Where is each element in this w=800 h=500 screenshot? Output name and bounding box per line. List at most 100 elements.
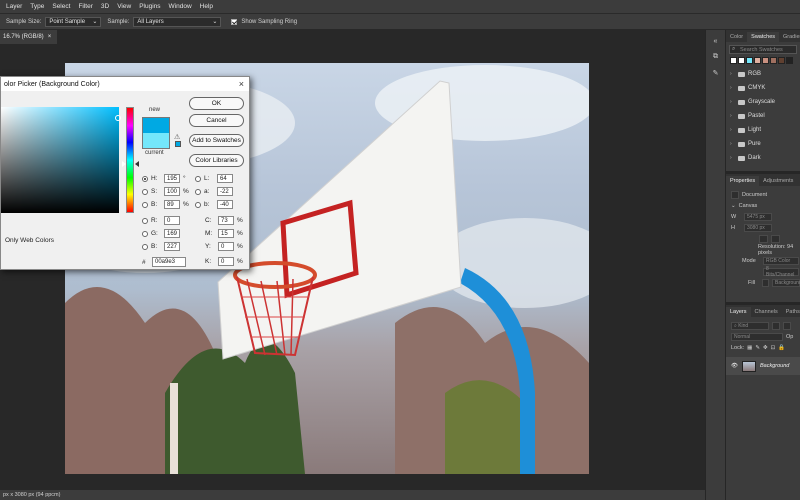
close-icon[interactable]: × xyxy=(48,34,52,40)
yellow-input[interactable]: 0 xyxy=(218,242,234,251)
lab-a-radio[interactable] xyxy=(195,188,201,195)
magenta-input[interactable]: 15 xyxy=(218,229,234,238)
saturation-brightness-field[interactable] xyxy=(1,107,121,213)
menu-window[interactable]: Window xyxy=(169,3,192,10)
color-libraries-button[interactable]: Color Libraries xyxy=(189,154,244,167)
menu-help[interactable]: Help xyxy=(200,3,213,10)
swatch[interactable] xyxy=(754,57,761,64)
sample-size-select[interactable]: Point Sample ⌄ xyxy=(45,16,102,27)
out-of-gamut-icon[interactable]: ⚠ xyxy=(174,133,180,141)
menu-plugins[interactable]: Plugins xyxy=(139,3,160,10)
swatch[interactable] xyxy=(770,57,777,64)
swatch-folder-grayscale[interactable]: › Grayscale xyxy=(726,95,800,109)
cyan-input[interactable]: 73 xyxy=(218,216,234,225)
lightness-input[interactable]: 64 xyxy=(217,174,233,183)
tab-color[interactable]: Color xyxy=(726,32,747,42)
sampling-ring-checkbox[interactable] xyxy=(231,18,238,25)
lab-b-input[interactable]: -40 xyxy=(217,200,233,209)
swatch[interactable] xyxy=(786,57,793,64)
close-icon[interactable]: × xyxy=(239,79,244,89)
saturation-radio[interactable] xyxy=(142,188,148,195)
red-radio[interactable] xyxy=(142,217,148,224)
lock-all-icon[interactable]: 🔒 xyxy=(778,345,785,351)
red-input[interactable]: 0 xyxy=(164,216,180,225)
fill-swatch[interactable] xyxy=(762,278,769,287)
blue-radio[interactable] xyxy=(142,243,148,250)
hue-slider-handle-left[interactable] xyxy=(122,161,126,167)
swatches-search-input[interactable]: ⌕ Search Swatches xyxy=(729,45,797,54)
lab-a-input[interactable]: -22 xyxy=(217,187,233,196)
swatch-folder-light[interactable]: › Light xyxy=(726,123,800,137)
collapse-panels-icon[interactable]: « xyxy=(710,36,722,46)
swatch-folder-cmyk[interactable]: › CMYK xyxy=(726,81,800,95)
fill-select[interactable]: Background xyxy=(772,278,800,287)
swatch[interactable] xyxy=(738,57,745,64)
landscape-icon[interactable] xyxy=(771,234,780,243)
tab-layers[interactable]: Layers xyxy=(726,307,751,317)
history-icon[interactable]: ⧉ xyxy=(710,52,722,62)
dialog-title-bar[interactable]: olor Picker (Background Color) × xyxy=(1,77,249,91)
blue-input[interactable]: 227 xyxy=(164,242,180,251)
lab-b-radio[interactable] xyxy=(195,201,201,208)
filter-pixel-icon[interactable] xyxy=(772,321,780,330)
eye-icon[interactable]: 👁 xyxy=(731,363,738,369)
tab-adjustments[interactable]: Adjustments xyxy=(759,176,797,186)
lightness-radio[interactable] xyxy=(195,175,201,182)
tab-channels[interactable]: Channels xyxy=(751,307,782,317)
lock-position-icon[interactable]: ✥ xyxy=(763,345,768,351)
green-radio[interactable] xyxy=(142,230,148,237)
black-input[interactable]: 0 xyxy=(218,257,234,266)
depth-select[interactable]: 8 Bits/Channel xyxy=(763,266,799,278)
swatch[interactable] xyxy=(778,57,785,64)
only-web-colors-row[interactable]: Only Web Colors xyxy=(5,237,54,244)
canvas-section-header[interactable]: ⌄ Canvas xyxy=(726,200,800,211)
swatch[interactable] xyxy=(730,57,737,64)
menu-view[interactable]: View xyxy=(117,3,131,10)
ok-button[interactable]: OK xyxy=(189,97,244,110)
lock-artboard-icon[interactable]: ⊡ xyxy=(771,345,776,351)
swatch-folder-pure[interactable]: › Pure xyxy=(726,137,800,151)
saturation-input[interactable]: 100 xyxy=(164,187,180,196)
tab-swatches[interactable]: Swatches xyxy=(747,32,780,42)
portrait-icon[interactable] xyxy=(759,234,768,243)
layer-row-background[interactable]: 👁 Background xyxy=(726,357,800,375)
cancel-button[interactable]: Cancel xyxy=(189,114,244,127)
hue-radio[interactable] xyxy=(142,175,148,182)
color-selector-ring[interactable] xyxy=(115,115,121,121)
swatch-folder-pastel[interactable]: › Pastel xyxy=(726,109,800,123)
tab-properties[interactable]: Properties xyxy=(726,176,760,186)
brightness-input[interactable]: 89 xyxy=(164,200,180,209)
swatch[interactable] xyxy=(746,57,753,64)
current-color-swatch[interactable] xyxy=(142,133,170,149)
swatch-folder-dark[interactable]: › Dark xyxy=(726,151,800,165)
lock-pixels-icon[interactable]: ▦ xyxy=(747,345,752,351)
menu-layer[interactable]: Layer xyxy=(6,3,22,10)
layer-name[interactable]: Background xyxy=(760,363,789,369)
hue-slider-handle-right[interactable] xyxy=(135,161,139,167)
hex-input[interactable]: 00a9e3 xyxy=(152,257,186,267)
lock-paint-icon[interactable]: ✎ xyxy=(755,345,760,351)
height-field[interactable]: 3080 px xyxy=(744,223,772,232)
menu-filter[interactable]: Filter xyxy=(78,3,92,10)
add-to-swatches-button[interactable]: Add to Swatches xyxy=(189,134,244,147)
swatch-folder-rgb[interactable]: › RGB xyxy=(726,67,800,81)
menu-select[interactable]: Select xyxy=(52,3,70,10)
tab-gradients[interactable]: Gradient xyxy=(779,32,800,42)
tab-paths[interactable]: Paths xyxy=(782,307,800,317)
width-field[interactable]: 5475 px xyxy=(744,212,772,221)
mode-select[interactable]: RGB Color xyxy=(763,256,799,265)
menu-type[interactable]: Type xyxy=(30,3,44,10)
menu-3d[interactable]: 3D xyxy=(101,3,109,10)
brightness-radio[interactable] xyxy=(142,201,148,208)
web-safe-swatch-icon[interactable] xyxy=(175,141,181,147)
filter-adjust-icon[interactable] xyxy=(783,321,791,330)
hue-input[interactable]: 195 xyxy=(164,174,180,183)
sample-select[interactable]: All Layers ⌄ xyxy=(133,16,222,27)
hue-slider[interactable] xyxy=(126,107,134,213)
brush-settings-icon[interactable]: ✎ xyxy=(710,68,722,78)
document-tab[interactable]: 16.7% (RGB/8) × xyxy=(0,30,58,44)
green-input[interactable]: 169 xyxy=(164,229,180,238)
swatch[interactable] xyxy=(762,57,769,64)
layer-kind-filter[interactable]: ⌕ Kind xyxy=(731,321,769,330)
blend-mode-select[interactable]: Normal xyxy=(731,332,783,341)
